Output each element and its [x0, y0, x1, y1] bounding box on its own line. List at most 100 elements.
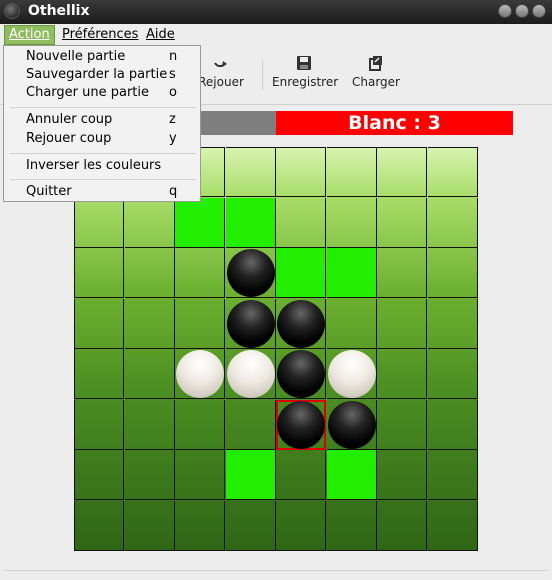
board-cell[interactable] — [226, 299, 276, 349]
board-cell[interactable] — [327, 198, 377, 248]
menu-item-shortcut: n — [169, 49, 178, 64]
board-cell-playable[interactable] — [327, 248, 377, 298]
board-cell[interactable] — [327, 349, 377, 399]
minimize-button[interactable] — [498, 4, 512, 18]
board-cell-playable[interactable] — [226, 198, 276, 248]
board-cell[interactable] — [125, 450, 175, 500]
board-cell[interactable] — [276, 299, 326, 349]
save-icon — [297, 56, 311, 70]
board-cell[interactable] — [276, 147, 326, 197]
board-cell[interactable] — [226, 400, 276, 450]
black-disc — [227, 300, 275, 348]
menu-item-label: Sauvegarder la partie — [26, 67, 168, 82]
board-cell[interactable] — [377, 501, 427, 551]
board-cell[interactable] — [428, 248, 478, 298]
board-cell[interactable] — [74, 248, 124, 298]
board-cell[interactable] — [377, 400, 427, 450]
board-cell[interactable] — [377, 147, 427, 197]
board-cell[interactable] — [125, 400, 175, 450]
board-cell[interactable] — [175, 299, 225, 349]
board-cell-playable[interactable] — [226, 450, 276, 500]
action-menu-dropdown: Nouvelle partie n Sauvegarder la partie … — [3, 45, 201, 202]
board-cell[interactable] — [428, 450, 478, 500]
board-cell[interactable] — [377, 248, 427, 298]
board-cell[interactable] — [377, 299, 427, 349]
menu-item-label: Annuler coup — [26, 112, 113, 127]
menu-item-nouvelle-partie[interactable]: Nouvelle partie n — [4, 47, 200, 67]
maximize-button[interactable] — [515, 4, 529, 18]
menu-item-rejouer-coup[interactable]: Rejouer coup y — [4, 129, 200, 149]
menu-item-label: Nouvelle partie — [26, 49, 126, 64]
board-cell[interactable] — [428, 147, 478, 197]
board-cell[interactable] — [377, 198, 427, 248]
board-cell[interactable] — [74, 400, 124, 450]
black-disc — [277, 401, 325, 449]
menu-action[interactable]: Action — [4, 25, 55, 45]
menu-item-quitter[interactable]: Quitter q — [4, 182, 200, 202]
board-cell[interactable] — [125, 198, 175, 248]
board-cell[interactable] — [74, 450, 124, 500]
menu-item-label: Inverser les couleurs — [26, 158, 162, 173]
menu-preferences[interactable]: Préférences — [58, 26, 142, 44]
board-cell[interactable] — [175, 450, 225, 500]
board-cell[interactable] — [276, 349, 326, 399]
board-cell[interactable] — [276, 198, 326, 248]
board-cell[interactable] — [276, 450, 326, 500]
close-button[interactable] — [532, 4, 546, 18]
board-cell[interactable] — [74, 299, 124, 349]
menu-item-inverser-couleurs[interactable]: Inverser les couleurs — [4, 156, 200, 176]
board-cell[interactable] — [125, 299, 175, 349]
board-cell[interactable] — [327, 147, 377, 197]
charger-button[interactable]: Charger — [350, 54, 402, 89]
board-cell[interactable] — [327, 501, 377, 551]
menu-item-label: Rejouer coup — [26, 131, 112, 146]
board-cell[interactable] — [175, 501, 225, 551]
board-cell[interactable] — [377, 450, 427, 500]
board-cell[interactable] — [125, 349, 175, 399]
board-cell[interactable] — [74, 198, 124, 248]
board-cell-playable[interactable] — [327, 450, 377, 500]
title-bar: Othellix — [0, 0, 552, 24]
rejouer-button[interactable]: Rejouer — [196, 54, 246, 89]
black-disc — [328, 401, 376, 449]
board-cell[interactable] — [226, 248, 276, 298]
board-cell[interactable] — [428, 349, 478, 399]
toolbar-separator — [262, 60, 263, 90]
board-cell[interactable] — [125, 501, 175, 551]
board-cell[interactable] — [276, 400, 326, 450]
menu-item-charger[interactable]: Charger une partie o — [4, 83, 200, 103]
board-cell-playable[interactable] — [175, 198, 225, 248]
menu-separator — [10, 153, 196, 154]
game-board[interactable] — [74, 147, 478, 551]
board-cell[interactable] — [74, 501, 124, 551]
board-cell-playable[interactable] — [276, 248, 326, 298]
menu-item-label: Quitter — [26, 184, 72, 199]
board-cell[interactable] — [428, 501, 478, 551]
board-cell[interactable] — [175, 400, 225, 450]
board-cell[interactable] — [276, 501, 326, 551]
charger-label: Charger — [352, 75, 400, 89]
menu-item-sauvegarder[interactable]: Sauvegarder la partie s — [4, 65, 200, 85]
board-cell[interactable] — [74, 349, 124, 399]
board-cell[interactable] — [175, 248, 225, 298]
board-cell[interactable] — [226, 349, 276, 399]
board-cell[interactable] — [428, 299, 478, 349]
board-cell[interactable] — [226, 501, 276, 551]
board-cell[interactable] — [377, 349, 427, 399]
board-cell[interactable] — [327, 400, 377, 450]
menu-item-annuler-coup[interactable]: Annuler coup z — [4, 110, 200, 130]
menu-item-shortcut: z — [169, 112, 176, 127]
board-cell[interactable] — [175, 349, 225, 399]
redo-icon — [214, 61, 227, 68]
white-disc — [328, 350, 376, 398]
enregistrer-button[interactable]: Enregistrer — [272, 54, 338, 89]
board-cell[interactable] — [226, 147, 276, 197]
status-bar — [4, 570, 548, 579]
menu-separator — [10, 179, 196, 180]
board-cell[interactable] — [428, 400, 478, 450]
board-cell[interactable] — [428, 198, 478, 248]
menu-aide[interactable]: Aide — [142, 26, 179, 44]
menu-item-label: Charger une partie — [26, 85, 150, 100]
board-cell[interactable] — [327, 299, 377, 349]
board-cell[interactable] — [125, 248, 175, 298]
